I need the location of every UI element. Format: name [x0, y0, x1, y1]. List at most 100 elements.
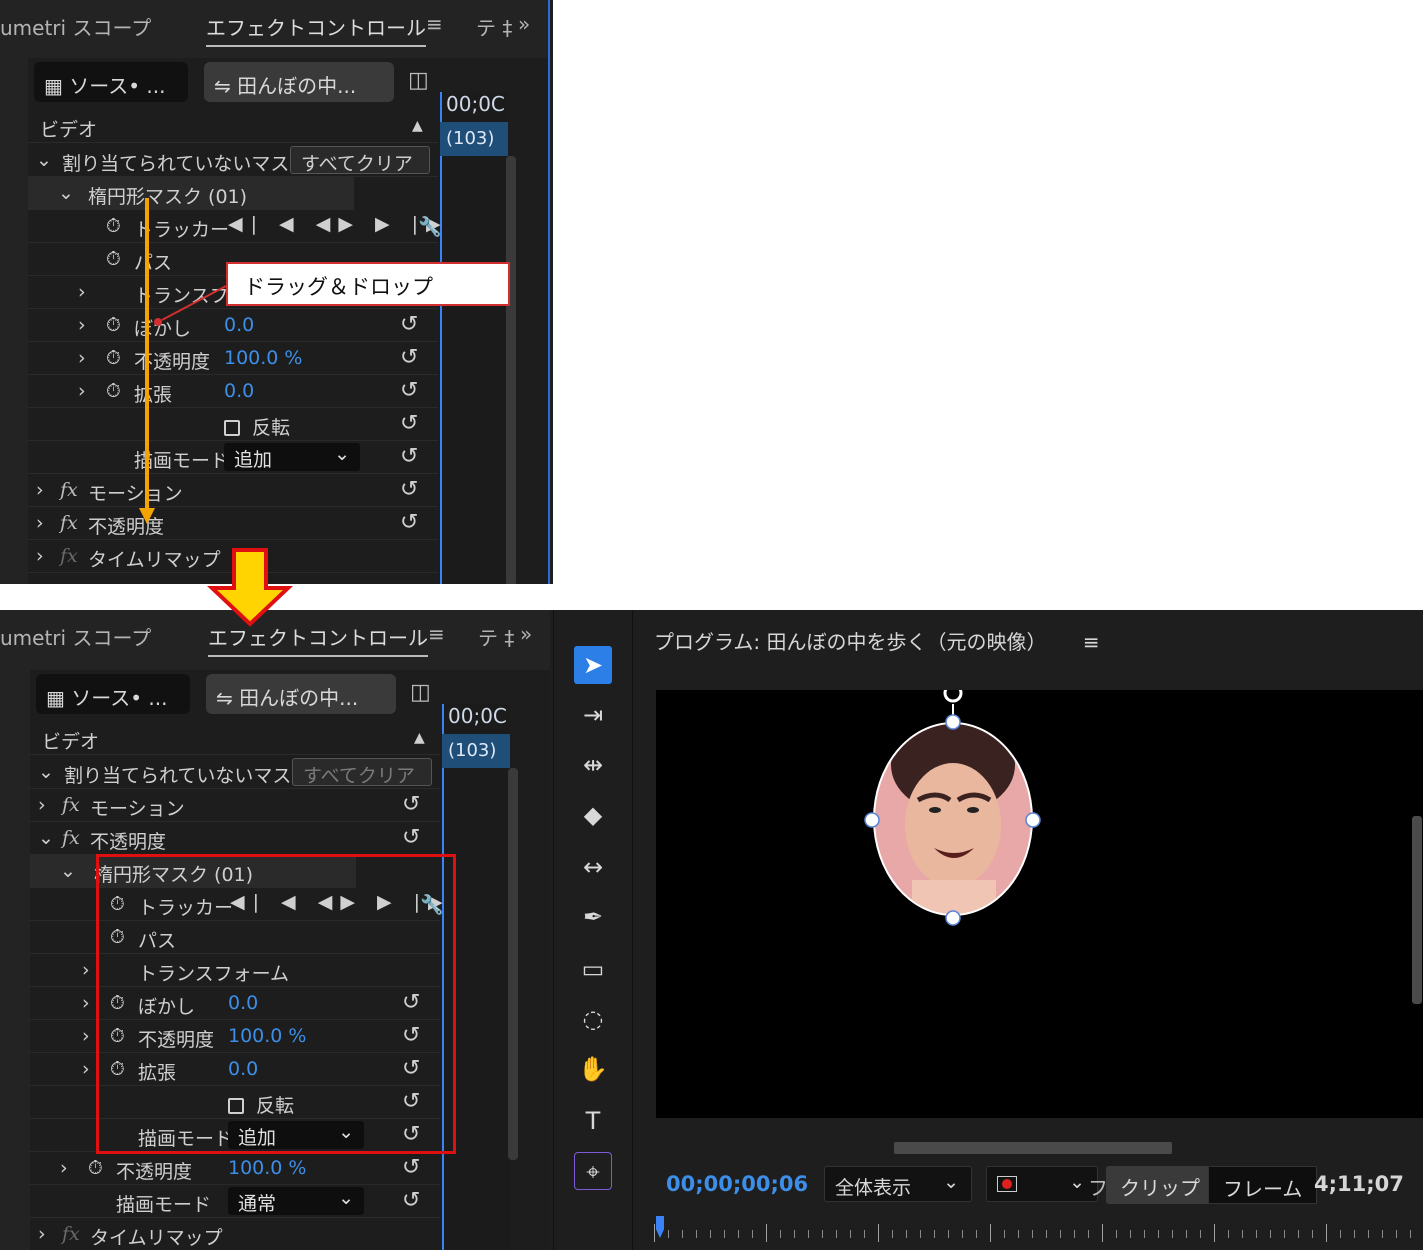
playhead-timecode[interactable]: 00;00;00;06 [666, 1172, 808, 1196]
mini-timeline: 00;0C (103) [442, 704, 518, 1250]
chevron-right-icon[interactable]: › [82, 992, 90, 1014]
reset-icon[interactable]: ↺ [402, 1089, 420, 1114]
blend-mode2-select[interactable]: 通常 ⌄ [228, 1187, 364, 1215]
chevron-right-icon[interactable]: › [82, 1025, 90, 1047]
path-label: パス [138, 930, 177, 952]
hand-tool-icon[interactable]: ✋ [574, 1050, 612, 1088]
viewer-scrollbar[interactable] [1412, 816, 1422, 1004]
vertical-scrollbar[interactable] [508, 768, 518, 1160]
program-menu-icon[interactable]: ≡ [1083, 630, 1100, 654]
ripple-edit-tool-icon[interactable]: ⇹ [574, 746, 612, 784]
auto-reframe-tool-icon[interactable]: ⌖ [574, 1152, 612, 1190]
chevron-down-icon[interactable]: ⌄ [38, 827, 54, 849]
tab-lumetri-scopes[interactable]: umetri スコープ [0, 622, 151, 651]
panel-toggle-icon[interactable]: ◫ [410, 680, 431, 705]
reset-icon[interactable]: ↺ [402, 1122, 420, 1147]
feather-value[interactable]: 0.0 [228, 992, 258, 1014]
reset-icon[interactable]: ↺ [402, 1188, 420, 1213]
ellipse-tool-icon[interactable]: ◌ [574, 1000, 612, 1038]
chevron-right-icon[interactable]: › [38, 1223, 46, 1245]
effect-controls-panel: umetri スコープ エフェクトコントロール ≡ テ ‡ » ▦ ソース• .… [0, 610, 550, 1250]
transform-label: トランスフォーム [138, 963, 290, 985]
reset-icon[interactable]: ↺ [402, 1155, 420, 1180]
blend-mode-row: 描画モード 追加 ⌄ ↺ [30, 1119, 440, 1152]
source-clip-tab[interactable]: ▦ ソース• ... [36, 674, 190, 714]
chevron-down-icon[interactable]: ⌄ [38, 761, 54, 783]
panel-menu-icon[interactable]: ≡ [428, 622, 445, 646]
zoom-select[interactable]: 全体表示 ⌄ [824, 1166, 972, 1202]
opacity-row: › ⏱ 不透明度 100.0 % ↺ [30, 1152, 440, 1185]
slip-tool-icon[interactable]: ↔ [574, 848, 612, 886]
bottom-editor-screenshot: umetri スコープ エフェクトコントロール ≡ テ ‡ » ▦ ソース• .… [0, 610, 1423, 1250]
blend-mode2-label: 描画モード [116, 1194, 212, 1216]
frame-toggle[interactable]: フレーム [1208, 1166, 1318, 1204]
mask-handle-right[interactable] [1025, 812, 1041, 828]
sequence-clip-tab[interactable]: ⇋ 田んぼの中... [206, 674, 396, 714]
reset-icon[interactable]: ↺ [402, 1056, 420, 1081]
rectangle-tool-icon[interactable]: ▭ [574, 950, 612, 988]
ellipse-mask-row[interactable]: ⌄ 楕円形マスク (01) [30, 855, 356, 888]
chevron-right-icon[interactable]: › [82, 1058, 90, 1080]
display-mode-select[interactable]: ⌄ [986, 1166, 1098, 1202]
frame-badge: (103) [442, 734, 510, 768]
chevron-right-icon[interactable]: › [82, 959, 90, 981]
feather-row: › ⏱ ぼかし 0.0 ↺ [30, 987, 440, 1020]
unassigned-mask-label: 割り当てられていないマスク [64, 765, 311, 787]
wrench-icon[interactable]: 🔧 [420, 893, 444, 916]
blend-mode2-row: 描画モード 通常 ⌄ ↺ [30, 1185, 440, 1218]
stopwatch-icon[interactable]: ⏱ [110, 1058, 125, 1080]
opacity-label: 不透明度 [116, 1161, 193, 1183]
chevron-down-icon: ⌄ [338, 1187, 354, 1209]
mask-handle-left[interactable] [864, 812, 880, 828]
reset-icon[interactable]: ↺ [402, 1023, 420, 1048]
clip-toggle[interactable]: クリップ [1106, 1166, 1214, 1204]
duration-timecode: 4;11;07 [1314, 1172, 1404, 1196]
pen-tool-icon[interactable]: ✒ [574, 898, 612, 936]
stopwatch-icon[interactable]: ⏱ [110, 926, 125, 948]
type-tool-icon[interactable]: T [574, 1102, 612, 1140]
reset-icon[interactable]: ↺ [402, 990, 420, 1015]
razor-tool-icon[interactable]: ◆ [574, 796, 612, 834]
reset-icon[interactable]: ↺ [402, 825, 420, 850]
track-select-tool-icon[interactable]: ⇥ [574, 696, 612, 734]
expansion-value[interactable]: 0.0 [228, 1058, 258, 1080]
chevron-down-icon: ⌄ [338, 1121, 354, 1143]
stopwatch-icon[interactable]: ⏱ [110, 1025, 125, 1047]
mask-opacity-label: 不透明度 [138, 1029, 215, 1051]
program-viewer[interactable] [656, 683, 1423, 1118]
tracker-controls-icons[interactable]: ◀| ◀ ◀▶ ▶ |▶ [230, 891, 451, 913]
stopwatch-icon[interactable]: ⏱ [110, 992, 125, 1014]
stopwatch-icon[interactable]: ⏱ [110, 893, 125, 915]
reset-icon[interactable]: ↺ [402, 792, 420, 817]
playhead-line[interactable] [442, 704, 444, 1250]
invert-checkbox[interactable]: 反転 [228, 1091, 294, 1118]
time-remap-row: › fx タイムリマップ [30, 1218, 440, 1250]
more-tabs-icon[interactable]: » [520, 622, 532, 646]
clear-all-button[interactable]: すべてクリア [292, 758, 432, 787]
fx-icon[interactable]: fx [62, 794, 80, 816]
selection-tool-icon[interactable]: ➤ [574, 646, 612, 684]
fx-icon[interactable]: fx [62, 1223, 80, 1245]
chevron-down-icon: ⌄ [943, 1171, 959, 1193]
tools-panel: ➤ ⇥ ⇹ ◆ ↔ ✒ ▭ ◌ ✋ T ⌖ [553, 610, 633, 1250]
horizontal-scrollbar[interactable] [894, 1142, 1172, 1154]
tracker-row: ⏱ トラッカー ◀| ◀ ◀▶ ▶ |▶ 🔧 [30, 888, 444, 921]
collapse-up-icon[interactable]: ▲ [414, 730, 425, 746]
timeline-timecode: 00;0C [448, 704, 507, 728]
record-icon [997, 1176, 1017, 1192]
mask-handle-top[interactable] [945, 714, 961, 730]
blend-mode-select[interactable]: 追加 ⌄ [228, 1121, 364, 1149]
tab-text[interactable]: テ ‡ [478, 622, 514, 651]
opacity-fx-label: 不透明度 [90, 831, 167, 853]
rotate-handle[interactable] [943, 683, 963, 703]
stopwatch-icon[interactable]: ⏱ [88, 1157, 103, 1179]
opacity-value[interactable]: 100.0 % [228, 1157, 307, 1179]
fx-icon[interactable]: fx [62, 827, 80, 849]
mask-handle-bottom[interactable] [945, 910, 961, 926]
mask-opacity-value[interactable]: 100.0 % [228, 1025, 307, 1047]
chevron-right-icon[interactable]: › [60, 1157, 68, 1179]
chevron-right-icon[interactable]: › [38, 794, 46, 816]
mask-opacity-row: › ⏱ 不透明度 100.0 % ↺ [30, 1020, 440, 1053]
chevron-down-icon[interactable]: ⌄ [60, 860, 76, 882]
section-video: ビデオ ▲ [30, 722, 440, 755]
